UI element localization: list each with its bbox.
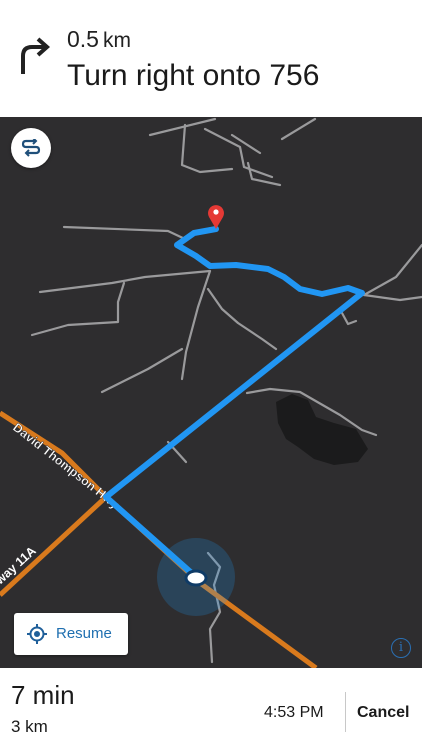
destination-marker-icon xyxy=(208,205,224,229)
maneuver-distance-value: 0.5 xyxy=(67,26,99,52)
remaining-time: 7 min xyxy=(11,680,75,710)
recenter-icon xyxy=(27,624,47,644)
resume-button[interactable]: Resume xyxy=(14,613,128,655)
map-canvas: David Thompson Hwy way 11A xyxy=(0,117,422,668)
instruction-banner: 0.5 km Turn right onto 756 xyxy=(0,0,422,117)
arrival-time: 4:53 PM xyxy=(264,704,324,721)
resume-label: Resume xyxy=(56,625,112,642)
route-line xyxy=(103,226,365,580)
current-location-icon xyxy=(157,538,235,616)
route-options-button[interactable] xyxy=(11,128,51,168)
maneuver-distance-unit: km xyxy=(102,29,131,52)
info-icon[interactable]: i xyxy=(391,638,411,658)
route-options-icon xyxy=(21,139,41,157)
cancel-button[interactable]: Cancel xyxy=(357,704,409,722)
footer-divider xyxy=(345,692,346,732)
maneuver-distance: 0.5 km xyxy=(67,26,131,53)
trip-summary-bar: 7 min 3 km 4:53 PM Cancel xyxy=(0,668,422,750)
turn-right-arrow-icon xyxy=(21,37,51,74)
maneuver-instruction: Turn right onto 756 xyxy=(67,59,320,92)
remaining-distance: 3 km xyxy=(11,717,48,736)
map-view[interactable]: David Thompson Hwy way 11A Resume i xyxy=(0,117,422,668)
